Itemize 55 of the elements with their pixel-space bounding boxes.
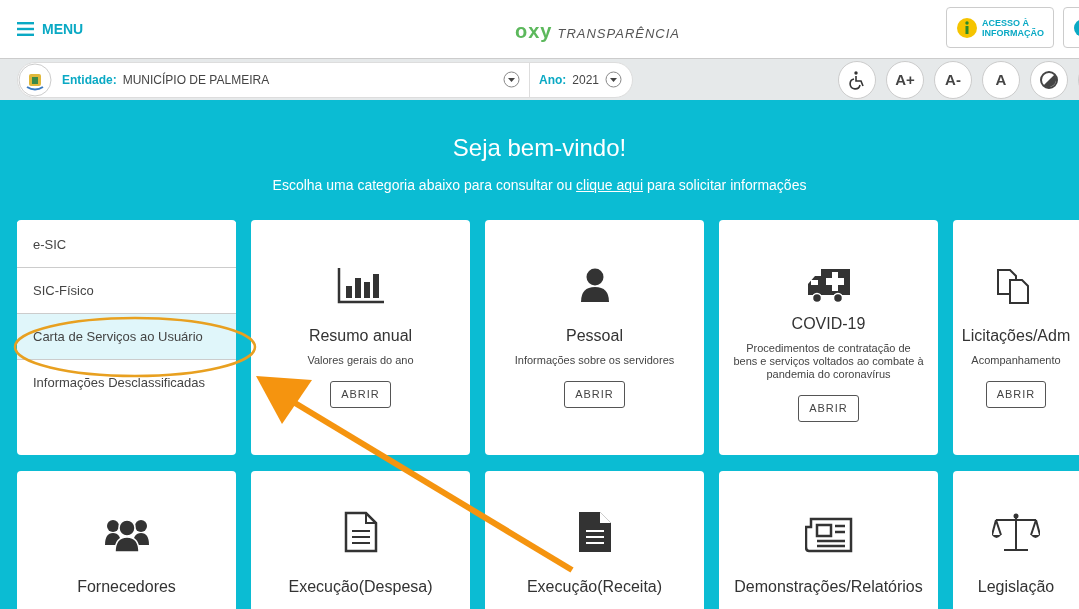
open-button[interactable]: ABRIR xyxy=(564,381,625,408)
entity-value[interactable]: MUNICÍPIO DE PALMEIRA xyxy=(122,70,503,89)
card-title: COVID-19 xyxy=(791,314,866,334)
card-description: Acompanhamento xyxy=(970,354,1062,367)
newspaper-icon xyxy=(804,517,853,553)
card-description: Informações sobre os servidores xyxy=(513,354,676,367)
card-title: Execução(Despesa) xyxy=(288,577,433,597)
wheelchair-icon xyxy=(847,70,867,90)
category-card[interactable]: Licitações/Adm Acompanhamento ABRIR xyxy=(953,220,1079,455)
welcome-title: Seja bem-vindo! xyxy=(451,133,628,163)
welcome-subtitle: Escolha uma categoria abaixo para consultar ou clique aqui para solicitar informações xyxy=(271,176,808,194)
open-button[interactable]: ABRIR xyxy=(798,395,859,422)
bar-chart-icon xyxy=(336,268,385,304)
category-card[interactable]: Execução(Receita) xyxy=(485,471,704,609)
category-card[interactable]: Demonstrações/Relatórios xyxy=(719,471,938,609)
users-icon xyxy=(104,517,149,553)
card-title: Fornecedores xyxy=(77,577,176,597)
category-card[interactable]: COVID-19 Procedimentos de contratação de bens e serviços voltados ao combate à pandemia do coronavírus ABRIR xyxy=(719,220,938,455)
scales-icon xyxy=(992,513,1040,553)
category-card[interactable]: Pessoal Informações sobre os servidores ABRIR xyxy=(485,220,704,455)
side-menu-item[interactable]: Carta de Serviços ao Usuário xyxy=(17,314,236,360)
contrast-icon xyxy=(1039,70,1059,90)
category-card[interactable]: Execução(Despesa) xyxy=(251,471,470,609)
logo-text: TRANSPARÊNCIA xyxy=(557,25,681,43)
category-card[interactable]: Legislação xyxy=(953,471,1079,609)
menu-icon xyxy=(17,22,34,36)
ambulance-icon xyxy=(806,268,851,304)
card-title: Pessoal xyxy=(566,326,623,346)
contrast-button[interactable] xyxy=(1030,61,1068,99)
category-card[interactable]: Resumo anual Valores gerais do ano ABRIR xyxy=(251,220,470,455)
dropdown-icon[interactable] xyxy=(502,71,520,88)
card-title: Licitações/Adm xyxy=(961,326,1071,346)
font-size-button[interactable]: A xyxy=(982,61,1020,99)
open-button[interactable]: ABRIR xyxy=(985,381,1047,408)
document-icon xyxy=(577,511,612,553)
open-button[interactable]: ABRIR xyxy=(330,381,391,408)
card-title: Demonstrações/Relatórios xyxy=(734,577,923,597)
card-description: Valores gerais do ano xyxy=(306,354,415,367)
accessibility-button[interactable] xyxy=(838,61,876,99)
category-card[interactable]: Fornecedores xyxy=(17,471,236,609)
card-title: Legislação xyxy=(977,577,1055,597)
card-description: Procedimentos de contratação de bens e serviços voltados ao combate à pandemia do coronavírus xyxy=(732,342,925,381)
info-icon xyxy=(956,16,978,39)
entity-label: Entidade: xyxy=(62,71,117,89)
year-label: Ano: xyxy=(538,71,567,89)
card-title: Resumo anual xyxy=(308,326,413,346)
year-value[interactable]: 2021 xyxy=(572,70,599,89)
document-icon xyxy=(343,511,378,553)
dropdown-icon[interactable] xyxy=(605,71,622,88)
logo-mark: oxy xyxy=(515,19,553,44)
font-size-button[interactable]: A- xyxy=(934,61,972,99)
side-menu-item[interactable]: e-SIC xyxy=(17,222,236,268)
font-size-button[interactable]: A+ xyxy=(886,61,924,99)
person-icon xyxy=(579,268,610,304)
card-title: Execução(Receita) xyxy=(526,577,663,597)
